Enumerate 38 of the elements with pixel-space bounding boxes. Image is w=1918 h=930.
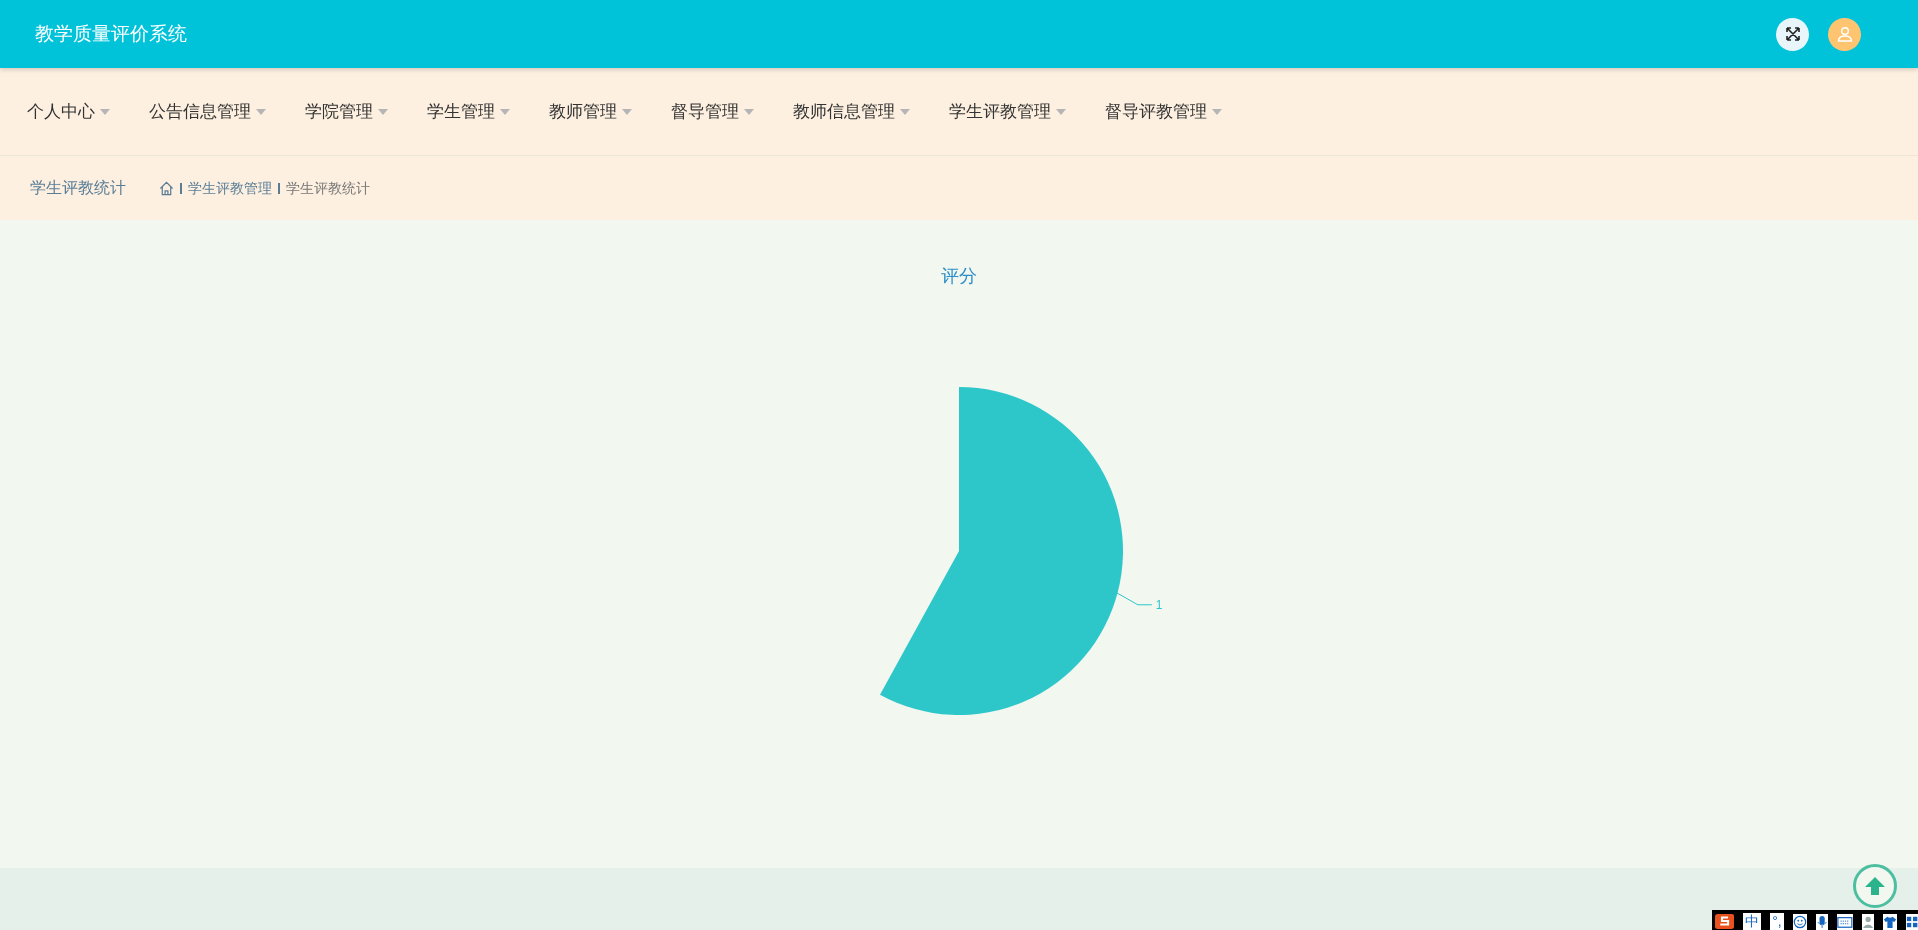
app-title: 教学质量评价系统 (35, 21, 187, 46)
menu-item[interactable]: 公告信息管理 (149, 98, 266, 125)
menu-item[interactable]: 督导评教管理 (1105, 98, 1222, 125)
menu-item[interactable]: 教师管理 (549, 98, 632, 125)
caret-icon (1056, 108, 1066, 115)
user-icon (1836, 26, 1853, 42)
ime-logo-icon (1715, 913, 1735, 930)
keyboard-icon[interactable] (1836, 914, 1853, 930)
caret-icon (900, 108, 910, 115)
microphone-icon[interactable] (1815, 914, 1828, 930)
menu-item[interactable]: 教师信息管理 (793, 98, 910, 125)
expand-icon (1784, 26, 1801, 42)
menu-item[interactable]: 学生评教管理 (949, 98, 1066, 125)
slice-label: 1 (1155, 597, 1163, 612)
home-icon[interactable] (159, 180, 174, 196)
menu-item[interactable]: 督导管理 (671, 98, 754, 125)
caret-icon (500, 108, 510, 115)
caret-icon (744, 108, 754, 115)
person-icon[interactable] (1861, 914, 1874, 930)
caret-icon (256, 108, 266, 115)
ime-punctuation[interactable]: °, (1770, 913, 1784, 930)
grid-icon[interactable] (1905, 914, 1918, 930)
fullscreen-button[interactable] (1776, 17, 1809, 51)
menu-item[interactable]: 学生管理 (427, 98, 510, 125)
caret-icon (378, 108, 388, 115)
caret-icon (622, 108, 632, 115)
page-title: 学生评教统计 (30, 178, 126, 198)
smiley-icon[interactable] (1792, 914, 1807, 930)
ime-mode[interactable]: 中 (1743, 913, 1762, 930)
chart-title: 评分 (941, 265, 977, 288)
caret-icon (1212, 108, 1222, 115)
shirt-icon[interactable] (1882, 914, 1897, 930)
menu-item[interactable]: 学院管理 (305, 98, 388, 125)
menu-item[interactable]: 个人中心 (27, 98, 110, 125)
caret-icon (100, 108, 110, 115)
breadcrumb-link[interactable]: 学生评教管理 (188, 177, 272, 199)
arrow-up-icon (1864, 875, 1886, 897)
breadcrumb-link[interactable]: 学生评教统计 (286, 177, 370, 199)
